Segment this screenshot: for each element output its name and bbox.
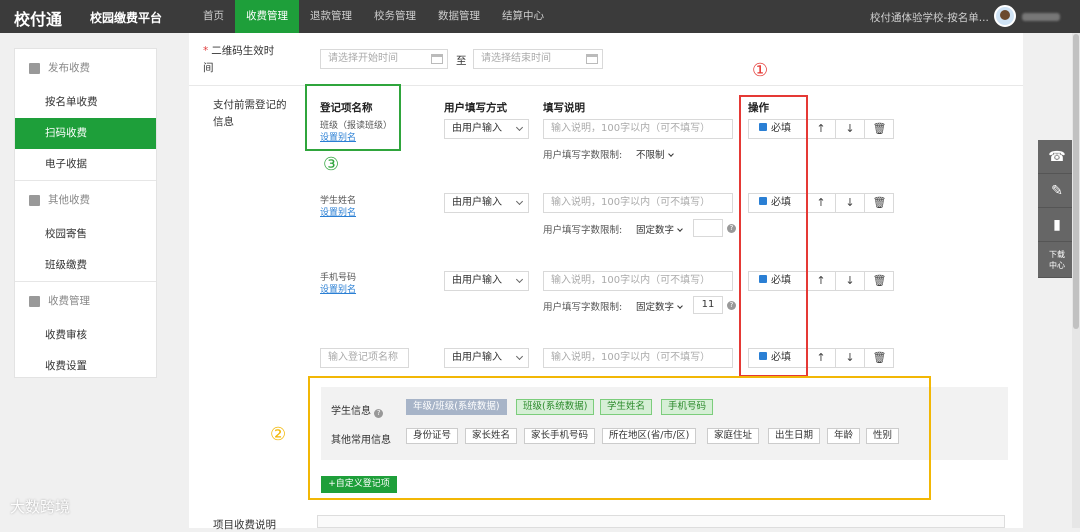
desc-input[interactable]: 输入说明，100字以内（可不填写） (543, 348, 733, 368)
chevron-down-icon (515, 123, 524, 132)
move-down-button[interactable]: ↓ (836, 120, 865, 138)
sidebar-item-consignment[interactable]: 校园寄售 (15, 219, 156, 250)
help-icon[interactable]: ? (727, 224, 736, 233)
annotation-box-green (305, 84, 401, 151)
trash-icon: 🗑 (872, 196, 887, 209)
sidebar-item-fee-settings[interactable]: 收费设置 (15, 351, 156, 382)
grid-icon (29, 194, 40, 206)
nav-data-management[interactable]: 数据管理 (427, 0, 491, 33)
move-up-button[interactable]: ↑ (807, 194, 836, 212)
support-button[interactable]: ☎ (1038, 140, 1076, 174)
desc-input[interactable]: 输入说明，100字以内（可不填写） (543, 271, 733, 291)
chevron-down-icon (677, 226, 683, 232)
nav-school-affairs[interactable]: 校务管理 (363, 0, 427, 33)
help-icon[interactable]: ? (727, 301, 736, 310)
fill-method-select[interactable]: 由用户输入 (444, 119, 529, 139)
annotation-box-red (739, 95, 808, 377)
chevron-down-icon (515, 197, 524, 206)
sidebar-group-management: 收费管理 (15, 282, 156, 320)
username-blurred (1022, 13, 1060, 21)
chevron-down-icon (515, 275, 524, 284)
move-up-button[interactable]: ↑ (807, 120, 836, 138)
end-time-input[interactable]: 请选择结束时间 (473, 49, 603, 69)
limit-select[interactable]: 固定数字 (636, 299, 683, 313)
delete-button[interactable]: 🗑 (865, 194, 894, 212)
annotation-number-3: ③ (323, 154, 340, 175)
rich-text-toolbar[interactable] (317, 515, 1005, 528)
nav-settlement-center[interactable]: 结算中心 (491, 0, 555, 33)
nav-fee-management[interactable]: 收费管理 (235, 0, 299, 33)
trash-icon: 🗑 (872, 351, 887, 364)
edit-icon (29, 62, 40, 74)
document-button[interactable]: ▮ (1038, 208, 1076, 242)
main-nav: 首页 收费管理 退款管理 校务管理 数据管理 结算中心 (192, 0, 555, 33)
chevron-down-icon (677, 303, 683, 309)
limit-select[interactable]: 不限制 (636, 147, 674, 161)
limit-number-input[interactable] (693, 219, 723, 237)
fill-method-select[interactable]: 由用户输入 (444, 193, 529, 213)
nav-refund-management[interactable]: 退款管理 (299, 0, 363, 33)
annotation-number-1: ① (752, 60, 769, 81)
floating-tools: ☎ ✎ ▮ 下载 中心 (1038, 140, 1076, 278)
new-item-name-input[interactable]: 输入登记项名称 (320, 348, 409, 368)
calendar-icon[interactable] (431, 54, 443, 64)
desc-input[interactable]: 输入说明，100字以内（可不填写） (543, 119, 733, 139)
qr-validity-label: * 二维码生效时间 (203, 45, 275, 74)
limit-select[interactable]: 固定数字 (636, 222, 683, 236)
sidebar-item-qr-fee[interactable]: 扫码收费 (15, 118, 156, 149)
top-nav-bar: 校付通 校园缴费平台 首页 收费管理 退款管理 校务管理 数据管理 结算中心 校… (0, 0, 1080, 33)
header-fill-method: 用户填写方式 (444, 102, 507, 114)
move-down-button[interactable]: ↓ (836, 272, 865, 290)
delete-button[interactable]: 🗑 (865, 120, 894, 138)
pencil-icon: ✎ (1051, 182, 1063, 199)
fill-method-select[interactable]: 由用户输入 (444, 271, 529, 291)
watermark: 大数跨境 (10, 498, 71, 516)
delete-button[interactable]: 🗑 (865, 349, 894, 367)
limit-label: 用户填写字数限制: (543, 150, 623, 161)
header-fill-desc: 填写说明 (543, 102, 585, 114)
start-time-input[interactable]: 请选择开始时间 (320, 49, 448, 69)
edit-button[interactable]: ✎ (1038, 174, 1076, 208)
sidebar: 发布收费 按名单收费 扫码收费 电子收据 其他收费 校园寄售 班级缴费 收费管理… (14, 48, 157, 378)
sidebar-item-list-fee[interactable]: 按名单收费 (15, 87, 156, 118)
set-alias-link[interactable]: 设置别名 (320, 205, 356, 218)
app-logo[interactable]: 校付通 (14, 6, 62, 30)
document-icon: ▮ (1053, 216, 1061, 233)
avatar[interactable] (994, 5, 1016, 27)
chevron-down-icon (667, 151, 674, 157)
desc-input[interactable]: 输入说明，100字以内（可不填写） (543, 193, 733, 213)
fill-method-select[interactable]: 由用户输入 (444, 348, 529, 368)
sidebar-group-other: 其他收费 (15, 181, 156, 219)
sidebar-item-fee-review[interactable]: 收费审核 (15, 320, 156, 351)
trash-icon: 🗑 (872, 122, 887, 135)
sidebar-item-e-receipt[interactable]: 电子收据 (15, 149, 156, 180)
annotation-number-2: ② (270, 424, 287, 445)
chevron-down-icon (515, 352, 524, 361)
school-name[interactable]: 校付通体验学校-按名单... (870, 10, 989, 25)
app-title: 校园缴费平台 (90, 11, 163, 25)
nav-home[interactable]: 首页 (192, 0, 235, 33)
set-alias-link[interactable]: 设置别名 (320, 282, 356, 295)
delete-button[interactable]: 🗑 (865, 272, 894, 290)
move-up-button[interactable]: ↑ (807, 349, 836, 367)
sidebar-item-class-fee[interactable]: 班级缴费 (15, 250, 156, 281)
headset-icon: ☎ (1048, 148, 1066, 165)
fee-description-label: 项目收费说明 (213, 519, 276, 531)
to-text: 至 (456, 55, 467, 67)
limit-label: 用户填写字数限制: (543, 225, 623, 236)
calendar-icon[interactable] (586, 54, 598, 64)
move-down-button[interactable]: ↓ (836, 194, 865, 212)
scrollbar-thumb[interactable] (1073, 34, 1079, 329)
sidebar-group-publish: 发布收费 (15, 49, 156, 87)
shield-icon (29, 295, 40, 307)
move-down-button[interactable]: ↓ (836, 349, 865, 367)
limit-number-input[interactable]: 11 (693, 296, 723, 314)
download-center-button[interactable]: 下载 中心 (1038, 242, 1076, 278)
annotation-box-yellow (308, 376, 931, 500)
limit-label: 用户填写字数限制: (543, 302, 623, 313)
move-up-button[interactable]: ↑ (807, 272, 836, 290)
register-info-label: 支付前需登记的信息 (213, 99, 287, 128)
trash-icon: 🗑 (872, 274, 887, 287)
